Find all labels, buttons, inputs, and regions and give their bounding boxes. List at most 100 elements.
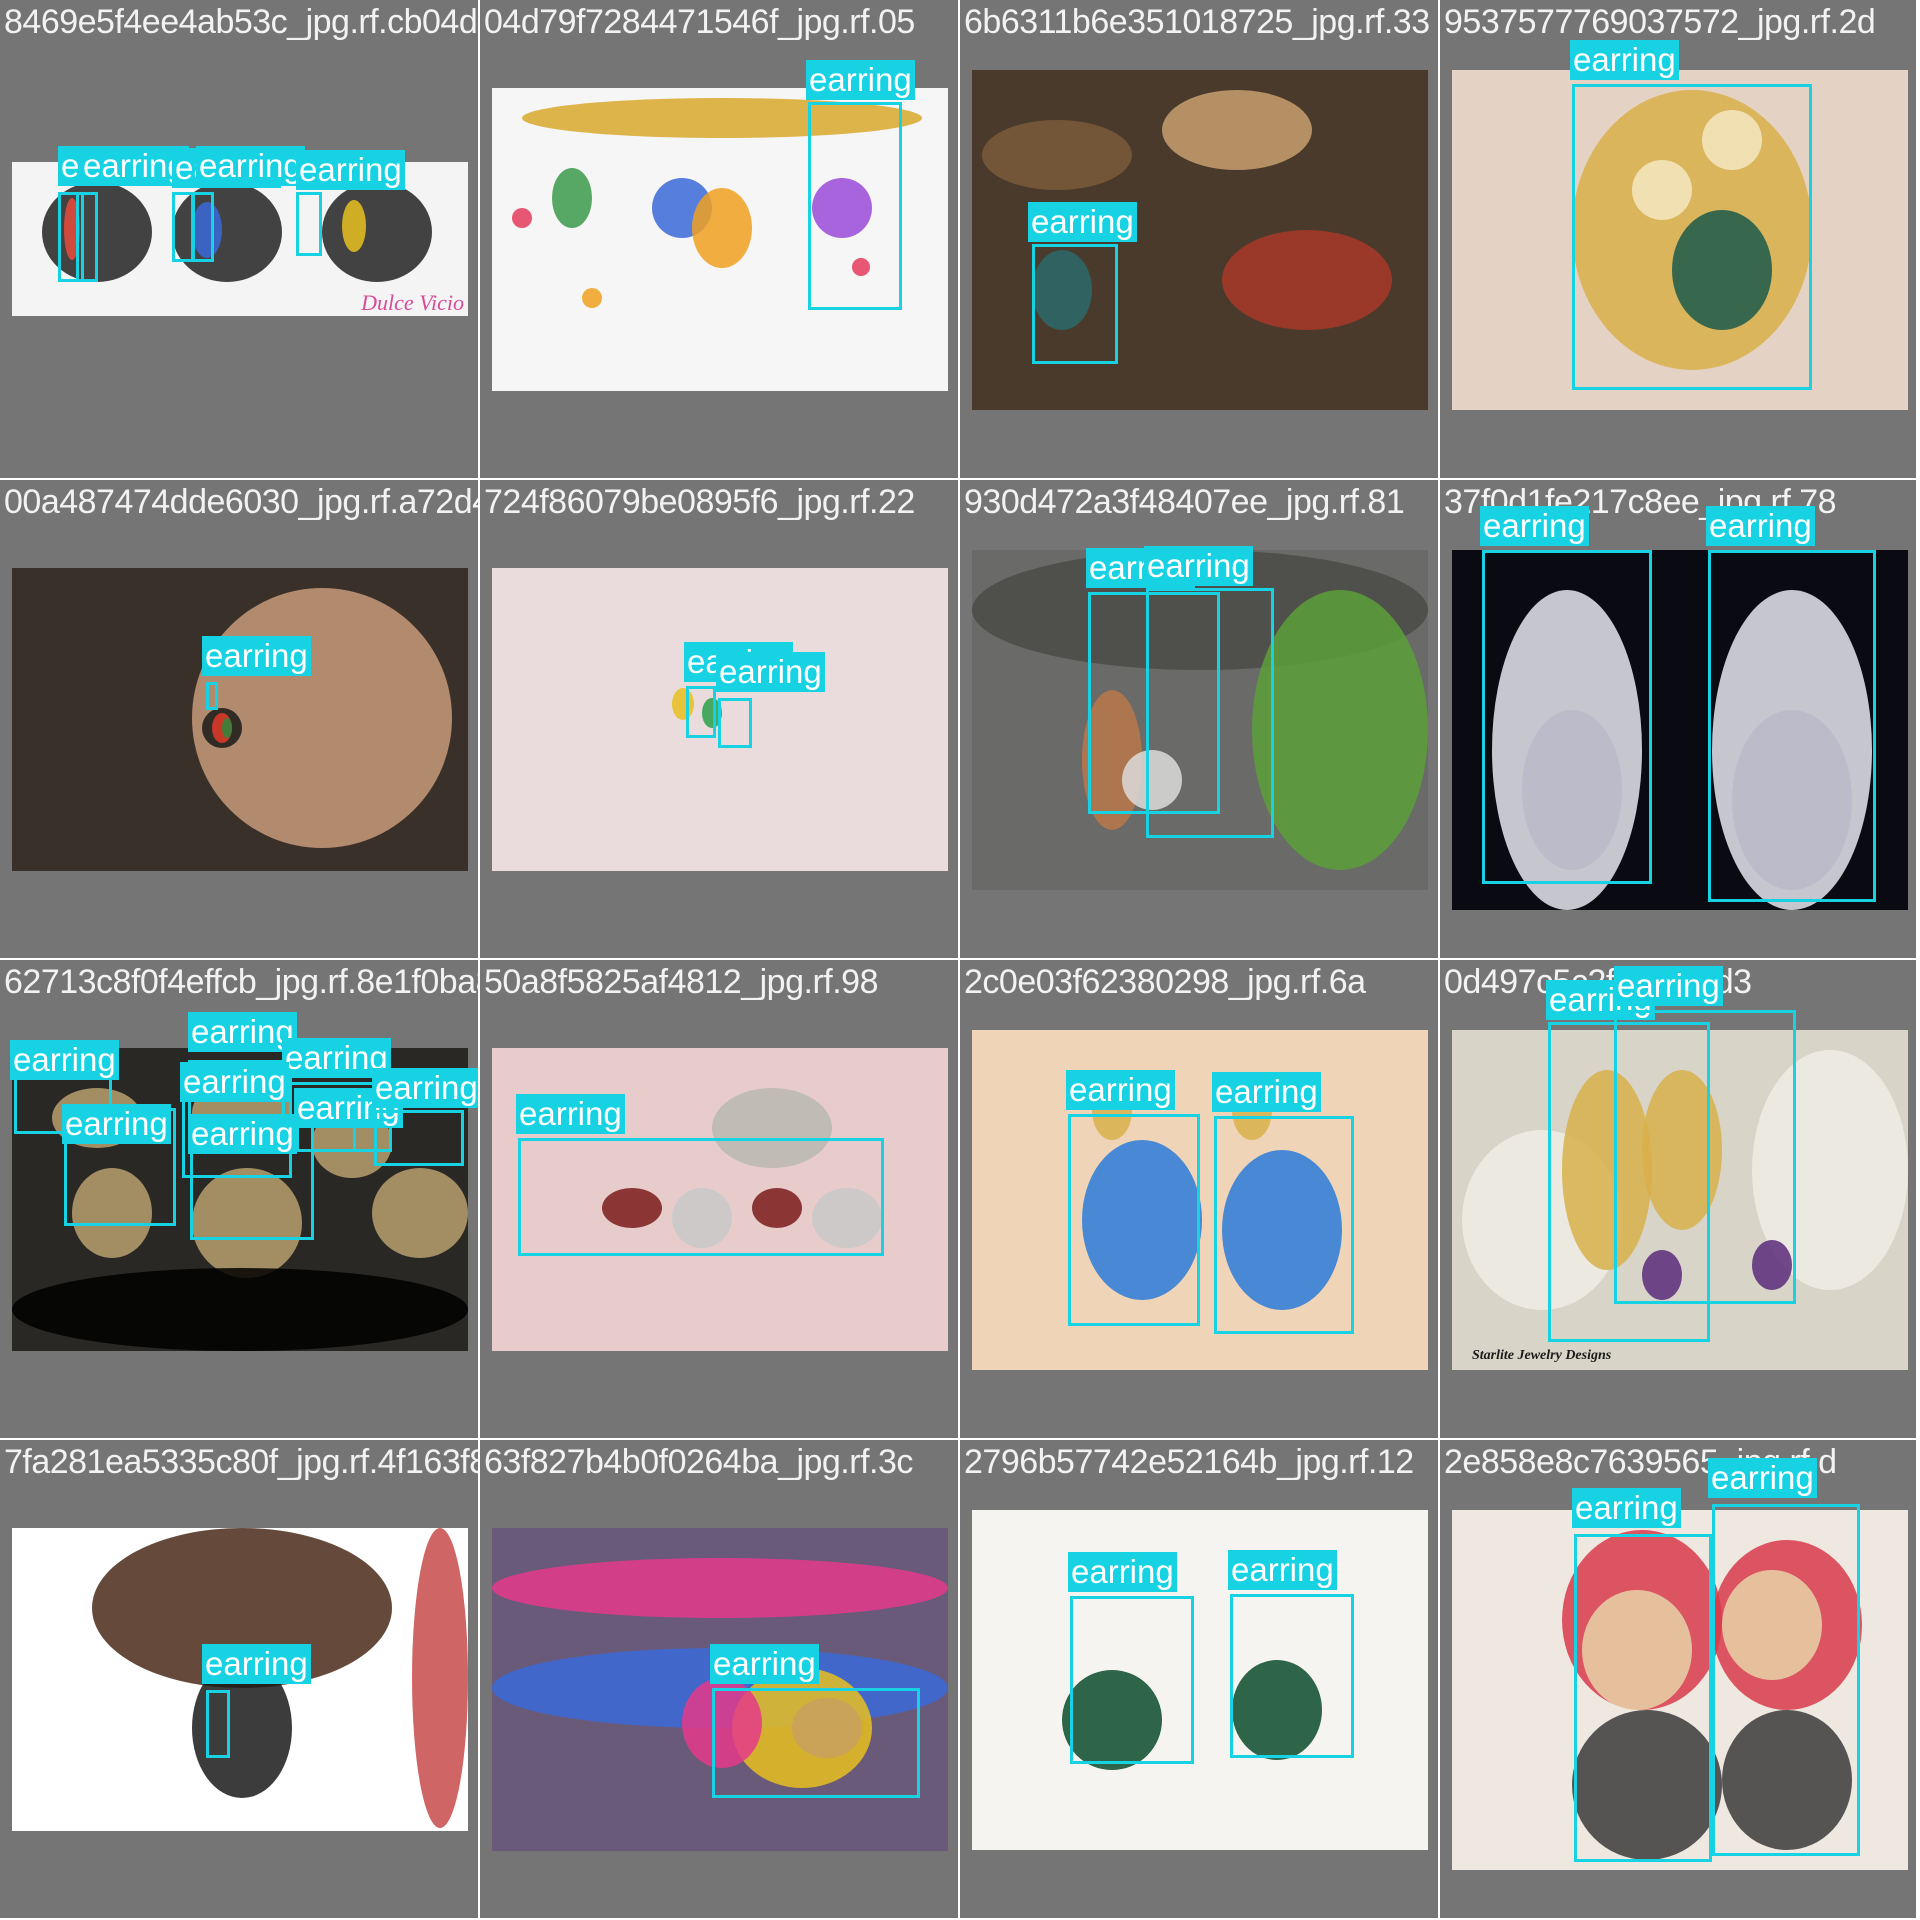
photo-detail bbox=[322, 182, 432, 282]
detection-label: earring bbox=[196, 146, 305, 186]
photo-detail bbox=[1162, 90, 1312, 170]
detection-label: earring bbox=[516, 1094, 625, 1134]
detection-box bbox=[1712, 1504, 1860, 1856]
grid-cell: 50a8f5825af4812_jpg.rf.98earring bbox=[480, 960, 958, 1438]
detection-box bbox=[1032, 244, 1118, 364]
grid-cell: 00a487474dde6030_jpg.rf.a72d4f8607be0895… bbox=[0, 480, 478, 958]
cell-filename: 63f827b4b0f0264ba_jpg.rf.3c bbox=[484, 1443, 913, 1481]
image-grid: Dulce Vicio 8469e5f4ee4ab53c_jpg.rf.cb04d… bbox=[0, 0, 1920, 1920]
detection-box bbox=[1574, 1534, 1712, 1862]
detection-label: earring bbox=[1068, 1552, 1177, 1592]
detection-box bbox=[686, 686, 716, 738]
detection-box bbox=[712, 1688, 920, 1798]
detection-label: earring bbox=[1228, 1550, 1337, 1590]
detection-label: earring bbox=[202, 1644, 311, 1684]
detection-box bbox=[718, 698, 752, 748]
grid-cell: 63f827b4b0f0264ba_jpg.rf.3cearring bbox=[480, 1440, 958, 1918]
grid-cell: 62713c8f0f4effcb_jpg.rf.8e1f0ba8f5825af4… bbox=[0, 960, 478, 1438]
detection-label: earring bbox=[202, 636, 311, 676]
detection-label: earring bbox=[1614, 966, 1723, 1006]
detection-box bbox=[1482, 550, 1652, 884]
grid-cell: 2796b57742e52164b_jpg.rf.12earring earrin… bbox=[960, 1440, 1438, 1918]
grid-cell: 7fa281ea5335c80f_jpg.rf.4f163f827b4b0f02… bbox=[0, 1440, 478, 1918]
detection-label: earring bbox=[1706, 506, 1815, 546]
detection-label: earring bbox=[1144, 546, 1253, 586]
grid-cell: 724f86079be0895f6_jpg.rf.22earringearrin… bbox=[480, 480, 958, 958]
grid-cell: 930d472a3f48407ee_jpg.rf.81 earring earrin… bbox=[960, 480, 1438, 958]
detection-label: earring bbox=[10, 1040, 119, 1080]
grid-cell: Dulce Vicio 8469e5f4ee4ab53c_jpg.rf.cb04d… bbox=[0, 0, 478, 478]
grid-cell: 6b6311b6e351018725_jpg.rf.33earring bbox=[960, 0, 1438, 478]
detection-label: earring bbox=[716, 652, 825, 692]
detection-box bbox=[1146, 588, 1274, 838]
photo-detail bbox=[342, 200, 366, 252]
photo-detail bbox=[552, 168, 592, 228]
cell-filename: 50a8f5825af4812_jpg.rf.98 bbox=[484, 963, 878, 1001]
detection-label: earring bbox=[1480, 506, 1589, 546]
detection-label: earring bbox=[1708, 1458, 1817, 1498]
photo-detail bbox=[512, 208, 532, 228]
cell-filename: 930d472a3f48407ee_jpg.rf.81 bbox=[964, 483, 1405, 521]
grid-cell: Starlite Jewelry Designs0d497c5c2f_jpg.r… bbox=[1440, 960, 1916, 1438]
detection-label: earring bbox=[372, 1068, 478, 1108]
cell-filename: 2796b57742e52164b_jpg.rf.12 bbox=[964, 1443, 1414, 1481]
photo-watermark: Starlite Jewelry Designs bbox=[1472, 1348, 1612, 1363]
photo-detail bbox=[222, 718, 232, 738]
grid-cell: 9537577769037572_jpg.rf.2d earring bbox=[1440, 0, 1916, 478]
detection-box bbox=[1070, 1596, 1194, 1764]
photo-detail bbox=[692, 188, 752, 268]
photo-detail bbox=[1252, 590, 1428, 870]
photo-detail bbox=[982, 120, 1132, 190]
detection-box bbox=[206, 682, 218, 710]
photo-detail bbox=[492, 1558, 948, 1618]
detection-label: earring bbox=[1570, 40, 1679, 80]
detection-box bbox=[518, 1138, 884, 1256]
photo-detail bbox=[372, 1168, 468, 1258]
detection-box bbox=[1614, 1010, 1796, 1304]
cell-photo bbox=[12, 568, 468, 871]
photo-detail bbox=[12, 1268, 468, 1351]
grid-cell: 04d79f7284471546f_jpg.rf.05earring bbox=[480, 0, 958, 478]
detection-label: earring bbox=[188, 1114, 297, 1154]
cell-filename: 724f86079be0895f6_jpg.rf.22 bbox=[484, 483, 915, 521]
cell-filename: 04d79f7284471546f_jpg.rf.05 bbox=[484, 3, 915, 41]
photo-detail bbox=[582, 288, 602, 308]
detection-box bbox=[192, 192, 214, 262]
cell-filename: 8469e5f4ee4ab53c_jpg.rf.cb04d79f72844715… bbox=[4, 3, 478, 41]
detection-box bbox=[808, 102, 902, 310]
detection-box bbox=[206, 1690, 230, 1758]
cell-filename: 00a487474dde6030_jpg.rf.a72d4f8607be0895… bbox=[4, 483, 478, 521]
cell-filename: 7fa281ea5335c80f_jpg.rf.4f163f827b4b0f02… bbox=[4, 1443, 478, 1481]
cell-photo bbox=[972, 1030, 1428, 1370]
grid-cell: 2c0e03f62380298_jpg.rf.6aearring earring bbox=[960, 960, 1438, 1438]
detection-label: earring bbox=[1212, 1072, 1321, 1112]
cell-filename: 9537577769037572_jpg.rf.2d bbox=[1444, 3, 1876, 41]
detection-box bbox=[1230, 1594, 1354, 1758]
cell-filename: 6b6311b6e351018725_jpg.rf.33 bbox=[964, 3, 1430, 41]
detection-box bbox=[76, 192, 98, 282]
detection-label: earring bbox=[180, 1062, 289, 1102]
detection-label: earring bbox=[62, 1104, 171, 1144]
detection-box bbox=[374, 1110, 464, 1166]
detection-label: earring bbox=[806, 60, 915, 100]
detection-box bbox=[1708, 550, 1876, 902]
grid-cell: 37f0d1fe217c8ee_jpg.rf.78 earring earring bbox=[1440, 480, 1916, 958]
cell-filename: 2c0e03f62380298_jpg.rf.6a bbox=[964, 963, 1366, 1001]
photo-watermark: Dulce Vicio bbox=[361, 290, 464, 315]
detection-box bbox=[172, 192, 194, 262]
detection-label: earring bbox=[1066, 1070, 1175, 1110]
cell-photo bbox=[972, 1510, 1428, 1850]
detection-label: earring bbox=[1028, 202, 1137, 242]
detection-label: earring bbox=[1572, 1488, 1681, 1528]
cell-filename: 62713c8f0f4effcb_jpg.rf.8e1f0ba8f5825af4… bbox=[4, 963, 478, 1001]
grid-cell: 2e858e8c7639565_jpg.rf.d earring earring bbox=[1440, 1440, 1916, 1918]
detection-box bbox=[1068, 1114, 1200, 1326]
detection-box bbox=[296, 192, 322, 256]
detection-box bbox=[1572, 84, 1812, 390]
photo-detail bbox=[412, 1528, 468, 1828]
detection-label: earring bbox=[296, 150, 405, 190]
photo-detail bbox=[1222, 230, 1392, 330]
detection-label: earring bbox=[188, 1012, 297, 1052]
detection-box bbox=[1214, 1116, 1354, 1334]
detection-label: earring bbox=[710, 1644, 819, 1684]
